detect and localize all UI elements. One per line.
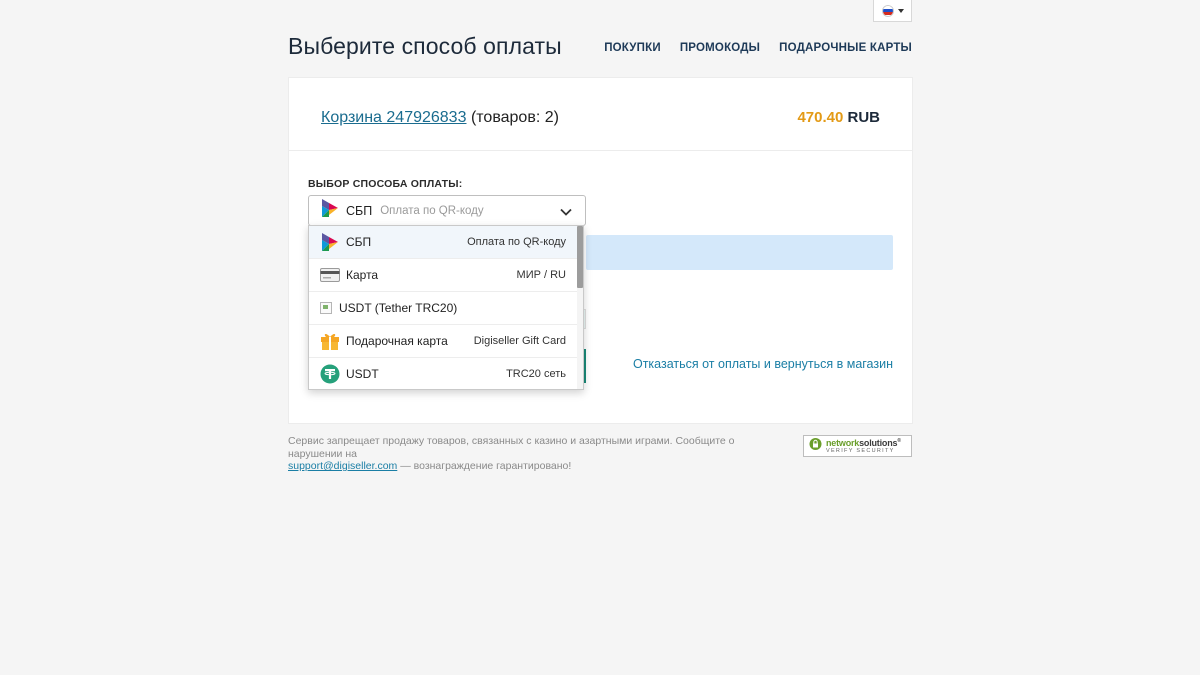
option-name: USDT (Tether TRC20) <box>339 301 458 315</box>
option-desc: TRC20 сеть <box>506 368 566 380</box>
card-icon <box>319 264 341 286</box>
network-solutions-badge[interactable]: networksolutions® VERIFY SECURITY <box>803 435 912 457</box>
footer-note-text: Сервис запрещает продажу товаров, связан… <box>288 435 735 460</box>
option-desc: Оплата по QR-коду <box>467 236 566 248</box>
nav-gift-cards[interactable]: ПОДАРОЧНЫЕ КАРТЫ <box>779 42 912 54</box>
option-name: USDT <box>346 367 379 381</box>
option-name: Подарочная карта <box>346 334 448 348</box>
nav-purchases[interactable]: ПОКУПКИ <box>604 42 661 54</box>
dropdown-option-usdt[interactable]: USDT TRC20 сеть <box>309 358 583 389</box>
footer-note: Сервис запрещает продажу товаров, связан… <box>288 435 788 473</box>
badge-brand: networksolutions® <box>826 438 901 448</box>
page-title: Выберите способ оплаты <box>288 33 562 59</box>
footer-note-tail: — вознаграждение гарантировано! <box>397 460 572 472</box>
tether-icon <box>319 363 341 385</box>
sbp-icon <box>321 198 339 223</box>
option-name: Карта <box>346 268 379 282</box>
selected-method-name: СБП <box>346 203 373 218</box>
total-amount: 470.40 <box>797 109 844 126</box>
payment-method-select[interactable]: СБП Оплата по QR-коду <box>308 195 586 226</box>
dropdown-option-gift-card[interactable]: Подарочная карта Digiseller Gift Card <box>309 325 583 358</box>
caret-down-icon <box>897 8 904 13</box>
payment-method-label: ВЫБОР СПОСОБА ОПЛАТЫ: <box>308 178 463 190</box>
scrollbar-thumb[interactable] <box>577 226 583 288</box>
cancel-payment-link[interactable]: Отказаться от оплаты и вернуться в магаз… <box>633 357 893 371</box>
dropdown-option-usdt-trc20[interactable]: USDT (Tether TRC20) <box>309 292 583 325</box>
cart-summary: Корзина 247926833 (товаров: 2) 470.40 RU… <box>289 78 912 151</box>
broken-image-icon <box>320 302 332 314</box>
cart-total: 470.40 RUB <box>797 109 880 126</box>
option-desc: Digiseller Gift Card <box>473 335 566 347</box>
sbp-icon <box>319 231 341 253</box>
option-name: СБП <box>346 235 372 249</box>
total-currency: RUB <box>847 109 881 126</box>
cart-line: Корзина 247926833 (товаров: 2) <box>321 109 559 127</box>
gift-icon <box>319 330 341 352</box>
top-nav: ПОКУПКИ ПРОМОКОДЫ ПОДАРОЧНЫЕ КАРТЫ <box>604 42 912 54</box>
support-email-link[interactable]: support@digiseller.com <box>288 460 397 472</box>
chevron-down-icon <box>560 205 572 223</box>
selected-method-desc: Оплата по QR-коду <box>380 204 484 217</box>
dropdown-option-sbp[interactable]: СБП Оплата по QR-коду <box>309 226 583 259</box>
cart-items-count: (товаров: 2) <box>470 109 559 126</box>
nav-promocodes[interactable]: ПРОМОКОДЫ <box>680 42 760 54</box>
cart-link[interactable]: Корзина 247926833 <box>321 109 466 126</box>
russia-flag-icon <box>881 4 894 17</box>
language-selector[interactable] <box>873 0 912 22</box>
info-bar <box>586 235 893 270</box>
dropdown-option-card[interactable]: Карта МИР / RU <box>309 259 583 292</box>
option-desc: МИР / RU <box>516 269 566 281</box>
lock-shield-icon <box>809 437 822 456</box>
badge-subtitle: VERIFY SECURITY <box>826 448 895 454</box>
dropdown-scrollbar[interactable] <box>577 226 583 389</box>
badge-text: networksolutions® VERIFY SECURITY <box>826 437 901 455</box>
payment-method-dropdown: СБП Оплата по QR-коду Карта МИР / RU USD… <box>308 225 584 390</box>
